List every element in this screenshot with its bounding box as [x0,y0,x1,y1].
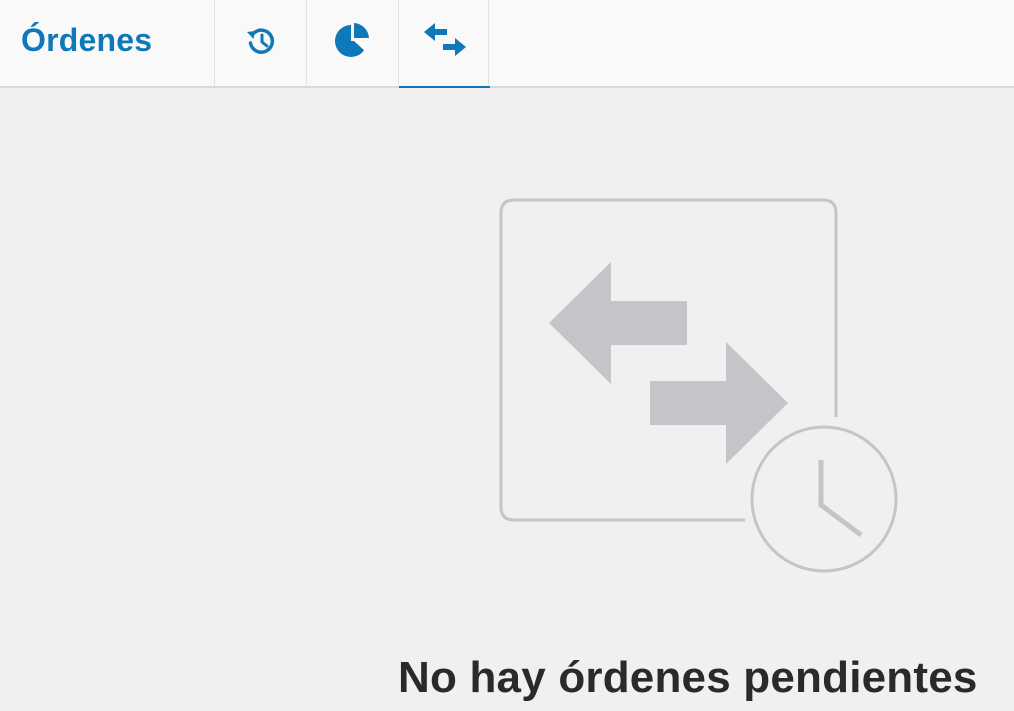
tab-orders[interactable] [398,0,490,88]
tab-divider [488,0,489,86]
page-title: Órdenes [21,22,153,58]
header-bar: Órdenes [0,0,1014,88]
pending-orders-icon [495,195,905,580]
transfer-arrows-icon [422,21,468,66]
pie-chart-icon [332,20,374,67]
tab-statistics[interactable] [306,0,398,86]
tab-history[interactable] [214,0,306,86]
history-icon [241,21,281,66]
empty-state-message: No hay órdenes pendientes [398,653,978,702]
